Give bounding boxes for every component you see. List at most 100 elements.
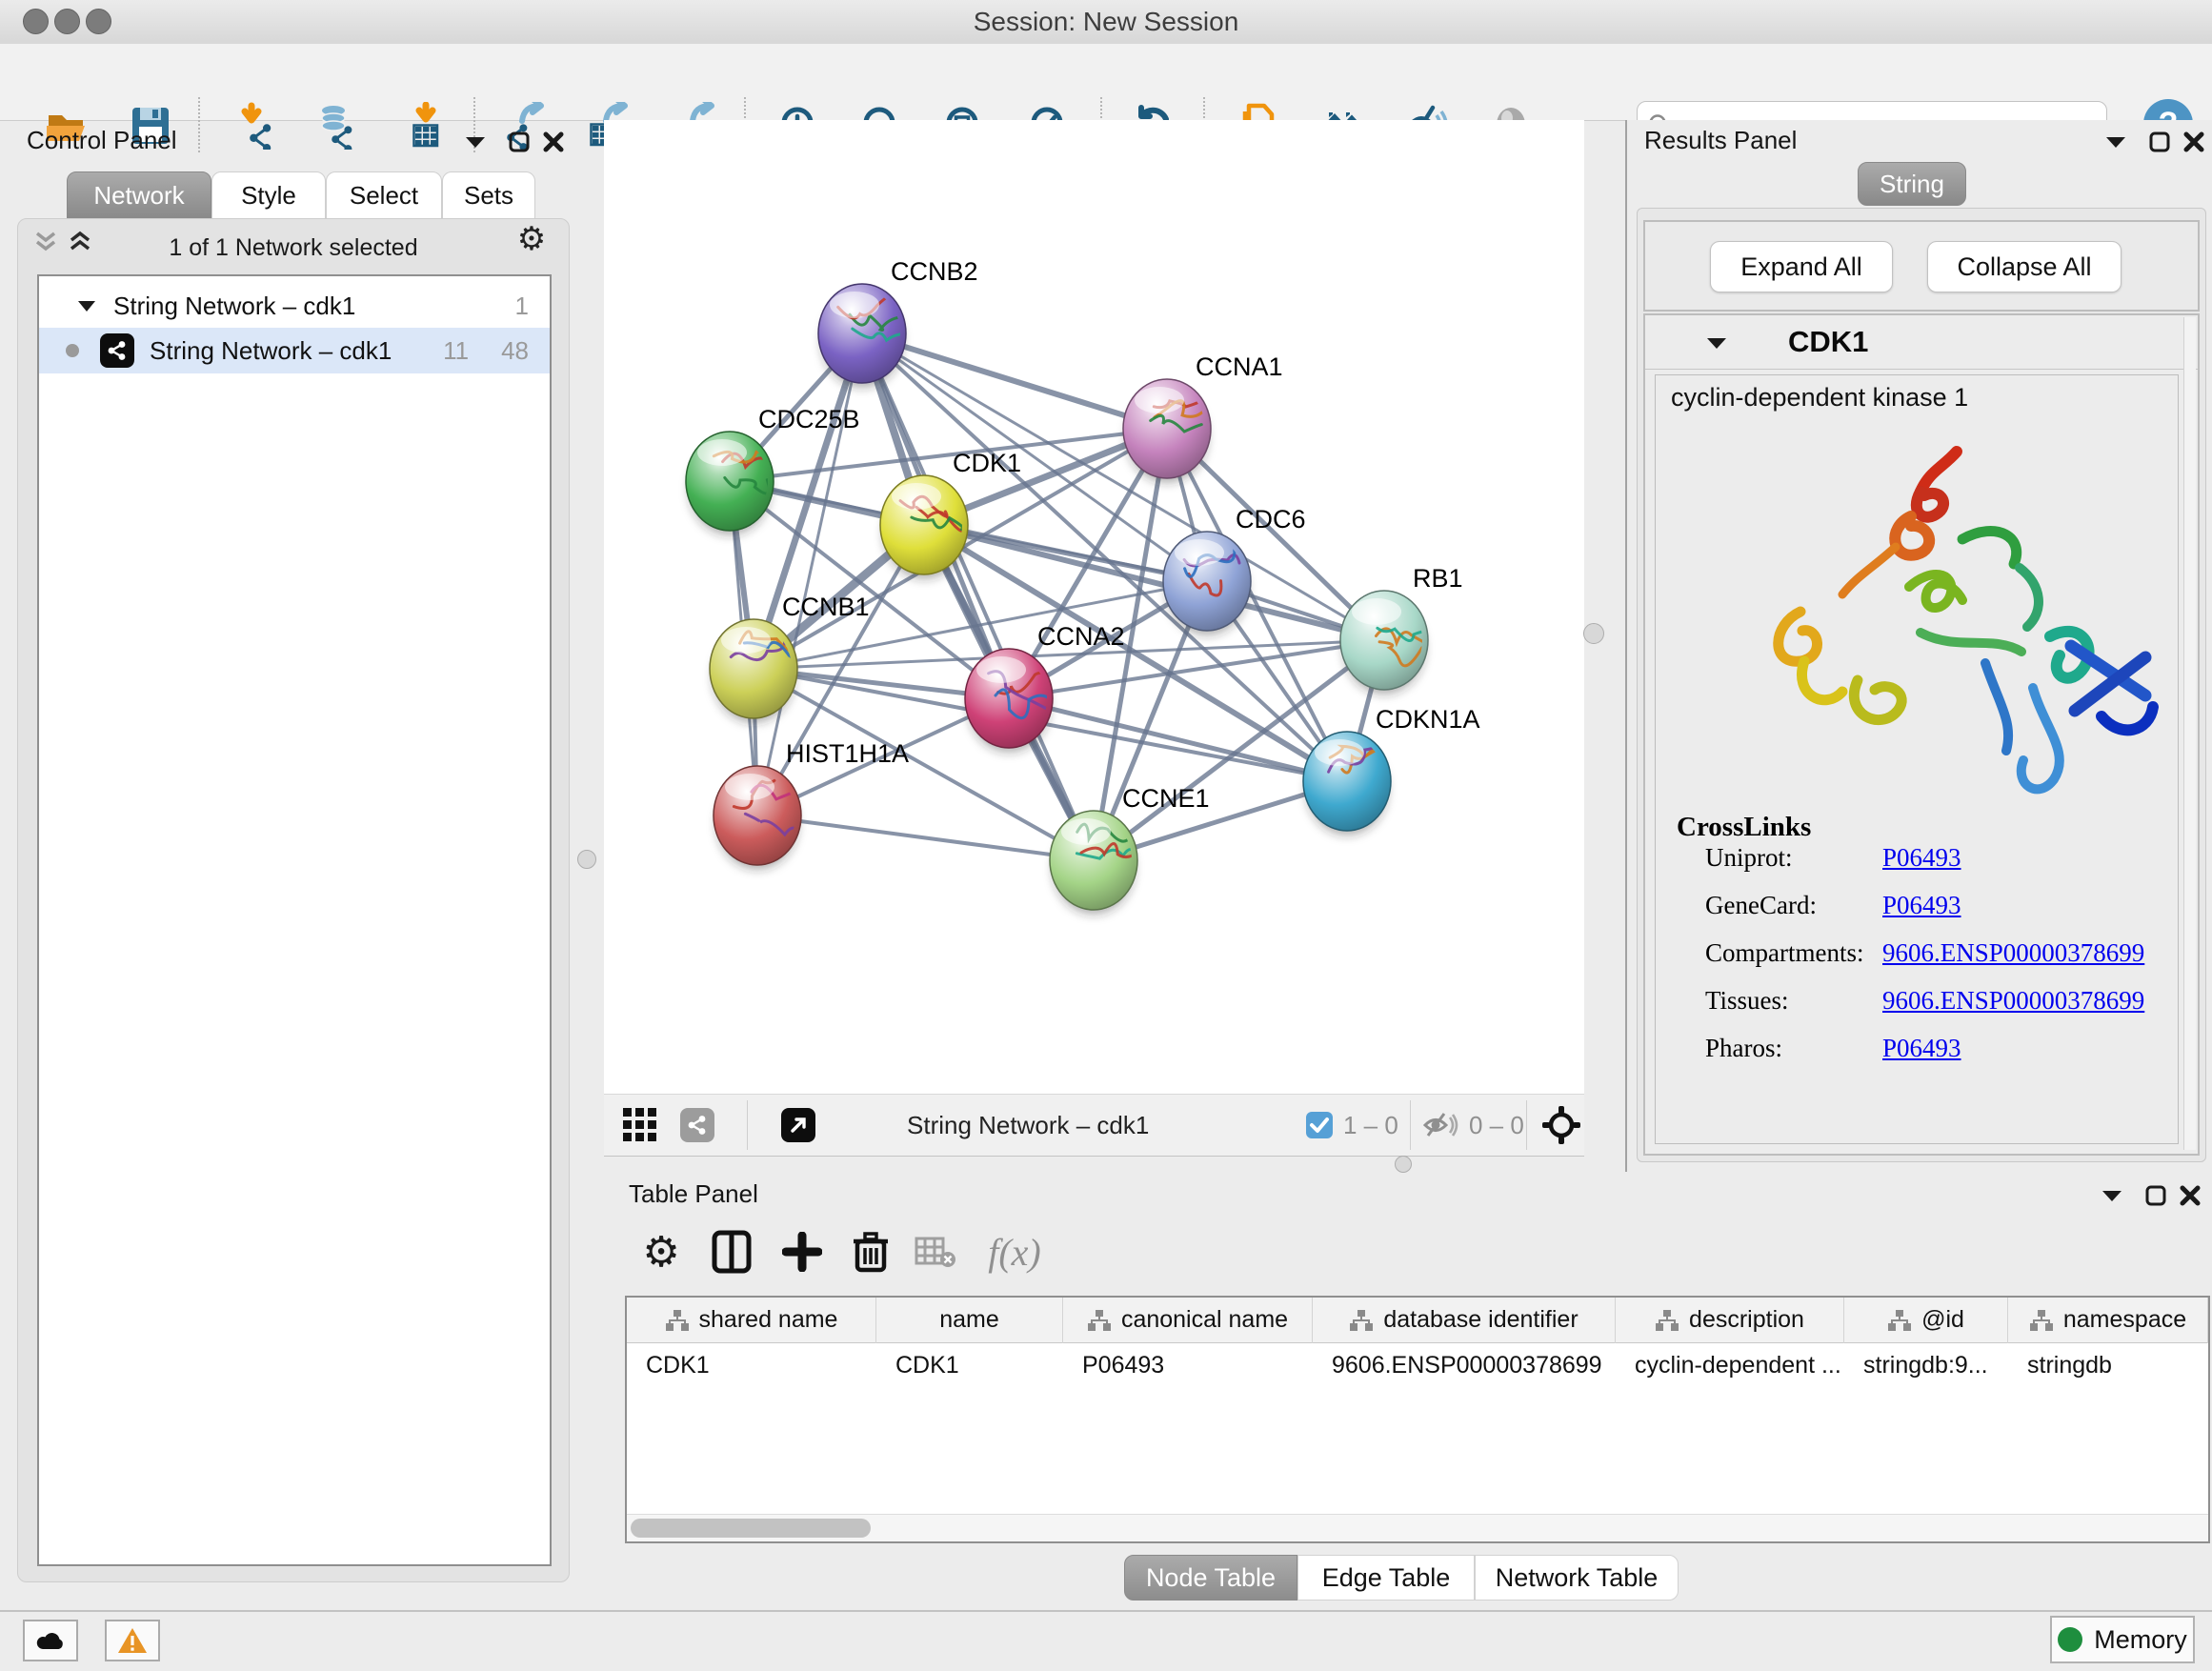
memory-button[interactable]: Memory bbox=[2050, 1616, 2195, 1663]
expand-collapse-box: Expand All Collapse All bbox=[1643, 220, 2200, 312]
table-cell[interactable]: P06493 bbox=[1063, 1343, 1313, 1387]
right-splitter-handle[interactable] bbox=[1583, 623, 1604, 644]
column-header-canonical-name[interactable]: canonical name bbox=[1063, 1298, 1313, 1343]
network-node-CDK1[interactable]: CDK1 bbox=[880, 449, 1021, 579]
crosslink-link[interactable]: P06493 bbox=[1882, 891, 1961, 920]
delete-column-icon[interactable] bbox=[846, 1227, 895, 1277]
network-view-title: String Network – cdk1 bbox=[907, 1102, 1149, 1148]
results-panel: Results Panel String Expand All Collapse… bbox=[1625, 120, 2212, 1172]
crosslink-row: Tissues: 9606.ENSP00000378699 bbox=[1656, 986, 2178, 1034]
collapse-all-button[interactable]: Collapse All bbox=[1927, 241, 2122, 292]
table-row[interactable]: CDK1CDK1P064939606.ENSP00000378699cyclin… bbox=[627, 1343, 2208, 1387]
column-type-icon bbox=[1887, 1309, 1912, 1332]
network-options-gear-icon[interactable]: ⚙ bbox=[515, 225, 548, 253]
results-scrollbar[interactable] bbox=[2183, 317, 2196, 1150]
network-node-CCNE1[interactable]: CCNE1 bbox=[1050, 784, 1210, 915]
network-node-HIST1H1A[interactable]: HIST1H1A bbox=[714, 739, 909, 870]
tab-network[interactable]: Network bbox=[67, 171, 211, 219]
tab-edge-table[interactable]: Edge Table bbox=[1297, 1555, 1475, 1601]
birds-eye-view-icon[interactable] bbox=[1541, 1102, 1581, 1148]
tree-expand-icon[interactable] bbox=[77, 299, 96, 312]
crosslink-link[interactable]: 9606.ENSP00000378699 bbox=[1882, 938, 2144, 968]
selected-node-edge-counts: 1 – 0 bbox=[1343, 1111, 1398, 1140]
show-columns-icon[interactable] bbox=[707, 1227, 756, 1277]
import-network-file-icon[interactable] bbox=[231, 99, 285, 152]
main-toolbar: ? bbox=[0, 44, 2212, 121]
results-panel-collapse-icon[interactable] bbox=[2100, 128, 2132, 156]
column-header-shared-name[interactable]: shared name bbox=[627, 1298, 876, 1343]
column-type-icon bbox=[1087, 1309, 1112, 1332]
table-options-gear-icon[interactable]: ⚙ bbox=[636, 1227, 686, 1277]
node-label-CDC6: CDC6 bbox=[1236, 505, 1306, 534]
crosslink-label: Tissues: bbox=[1705, 986, 1789, 1016]
network-node-RB1[interactable]: RB1 bbox=[1340, 564, 1463, 695]
tab-node-table[interactable]: Node Table bbox=[1124, 1555, 1297, 1601]
column-header-description[interactable]: description bbox=[1616, 1298, 1844, 1343]
protein-structure-image bbox=[1671, 425, 2166, 806]
import-network-database-icon[interactable] bbox=[312, 99, 365, 152]
gene-results-box: CDK1 cyclin-dependent kinase 1 bbox=[1643, 313, 2200, 1156]
table-cell[interactable]: cyclin-dependent ... bbox=[1616, 1343, 1844, 1387]
import-table-file-icon[interactable] bbox=[399, 99, 452, 152]
results-panel-close-icon[interactable] bbox=[2178, 128, 2210, 156]
tab-sets[interactable]: Sets bbox=[442, 171, 535, 219]
gene-detail-box: cyclin-dependent kinase 1 bbox=[1655, 374, 2179, 1144]
column-header-namespace[interactable]: namespace bbox=[2008, 1298, 2208, 1343]
cloud-status-button[interactable] bbox=[23, 1620, 78, 1661]
hidden-eye-icon[interactable]: 0 – 0 bbox=[1421, 1102, 1524, 1148]
network-status-dot bbox=[66, 344, 79, 357]
table-cell[interactable]: CDK1 bbox=[876, 1343, 1063, 1387]
table-hscrollbar[interactable] bbox=[627, 1514, 2208, 1541]
node-label-CCNA1: CCNA1 bbox=[1196, 352, 1283, 381]
grid-view-icon[interactable] bbox=[621, 1102, 659, 1148]
open-view-window-icon[interactable] bbox=[781, 1102, 815, 1148]
warnings-button[interactable] bbox=[105, 1620, 160, 1661]
left-splitter-handle[interactable] bbox=[577, 850, 596, 869]
control-panel-close-icon[interactable] bbox=[537, 128, 570, 156]
network-collection-row[interactable]: String Network – cdk1 1 bbox=[39, 284, 550, 328]
expand-all-button[interactable]: Expand All bbox=[1710, 241, 1893, 292]
selected-checkbox-icon[interactable]: 1 – 0 bbox=[1305, 1102, 1398, 1148]
column-header-database-identifier[interactable]: database identifier bbox=[1313, 1298, 1616, 1343]
gene-collapse-icon[interactable] bbox=[1706, 336, 1727, 350]
table-hscrollbar-thumb[interactable] bbox=[631, 1519, 871, 1538]
create-column-icon[interactable] bbox=[777, 1227, 827, 1277]
collection-label: String Network – cdk1 bbox=[113, 292, 355, 321]
table-panel-float-icon[interactable] bbox=[2140, 1181, 2172, 1210]
title-bar: Session: New Session bbox=[0, 0, 2212, 45]
control-panel-collapse-icon[interactable] bbox=[459, 128, 492, 156]
control-panel-float-icon[interactable] bbox=[503, 128, 535, 156]
string-network-icon bbox=[100, 333, 134, 368]
edge-count: 48 bbox=[501, 336, 529, 366]
tab-style[interactable]: Style bbox=[211, 171, 326, 219]
node-label-RB1: RB1 bbox=[1413, 564, 1463, 593]
crosslink-link[interactable]: P06493 bbox=[1882, 1034, 1961, 1063]
network-canvas[interactable]: CCNB2 CCNA1 CDC25B CDK1 CDC6 RB1 CCNB1 bbox=[604, 120, 1584, 1094]
table-panel-close-icon[interactable] bbox=[2174, 1181, 2206, 1210]
network-view-toolbar: String Network – cdk1 1 – 0 0 – 0 bbox=[604, 1094, 1584, 1157]
network-node-CCNB1[interactable]: CCNB1 bbox=[710, 593, 870, 723]
memory-label: Memory bbox=[2094, 1625, 2187, 1655]
tab-network-table[interactable]: Network Table bbox=[1475, 1555, 1679, 1601]
column-header--id[interactable]: @id bbox=[1844, 1298, 2008, 1343]
crosslink-link[interactable]: P06493 bbox=[1882, 843, 1961, 873]
network-row[interactable]: String Network – cdk1 11 48 bbox=[39, 328, 550, 373]
results-panel-float-icon[interactable] bbox=[2143, 128, 2176, 156]
table-cell[interactable]: CDK1 bbox=[627, 1343, 876, 1387]
tab-string[interactable]: String bbox=[1858, 162, 1966, 206]
column-header-name[interactable]: name bbox=[876, 1298, 1063, 1343]
table-cell[interactable]: 9606.ENSP00000378699 bbox=[1313, 1343, 1616, 1387]
tab-select[interactable]: Select bbox=[326, 171, 442, 219]
string-results-container: Expand All Collapse All CDK1 cyclin-depe… bbox=[1637, 208, 2206, 1162]
network-node-CDKN1A[interactable]: CDKN1A bbox=[1303, 705, 1480, 836]
crosslink-link[interactable]: 9606.ENSP00000378699 bbox=[1882, 986, 2144, 1016]
status-bar: Memory bbox=[0, 1610, 2212, 1671]
toolbar-divider bbox=[1410, 1100, 1411, 1150]
crosslink-row: GeneCard:P06493 bbox=[1656, 891, 2178, 938]
string-view-icon[interactable] bbox=[680, 1102, 714, 1148]
table-cell[interactable]: stringdb bbox=[2008, 1343, 2208, 1387]
gene-section-header[interactable]: CDK1 bbox=[1645, 315, 2198, 370]
table-panel-collapse-icon[interactable] bbox=[2096, 1181, 2128, 1210]
table-cell[interactable]: stringdb:9... bbox=[1844, 1343, 2008, 1387]
horizontal-splitter-handle[interactable] bbox=[1395, 1156, 1412, 1173]
